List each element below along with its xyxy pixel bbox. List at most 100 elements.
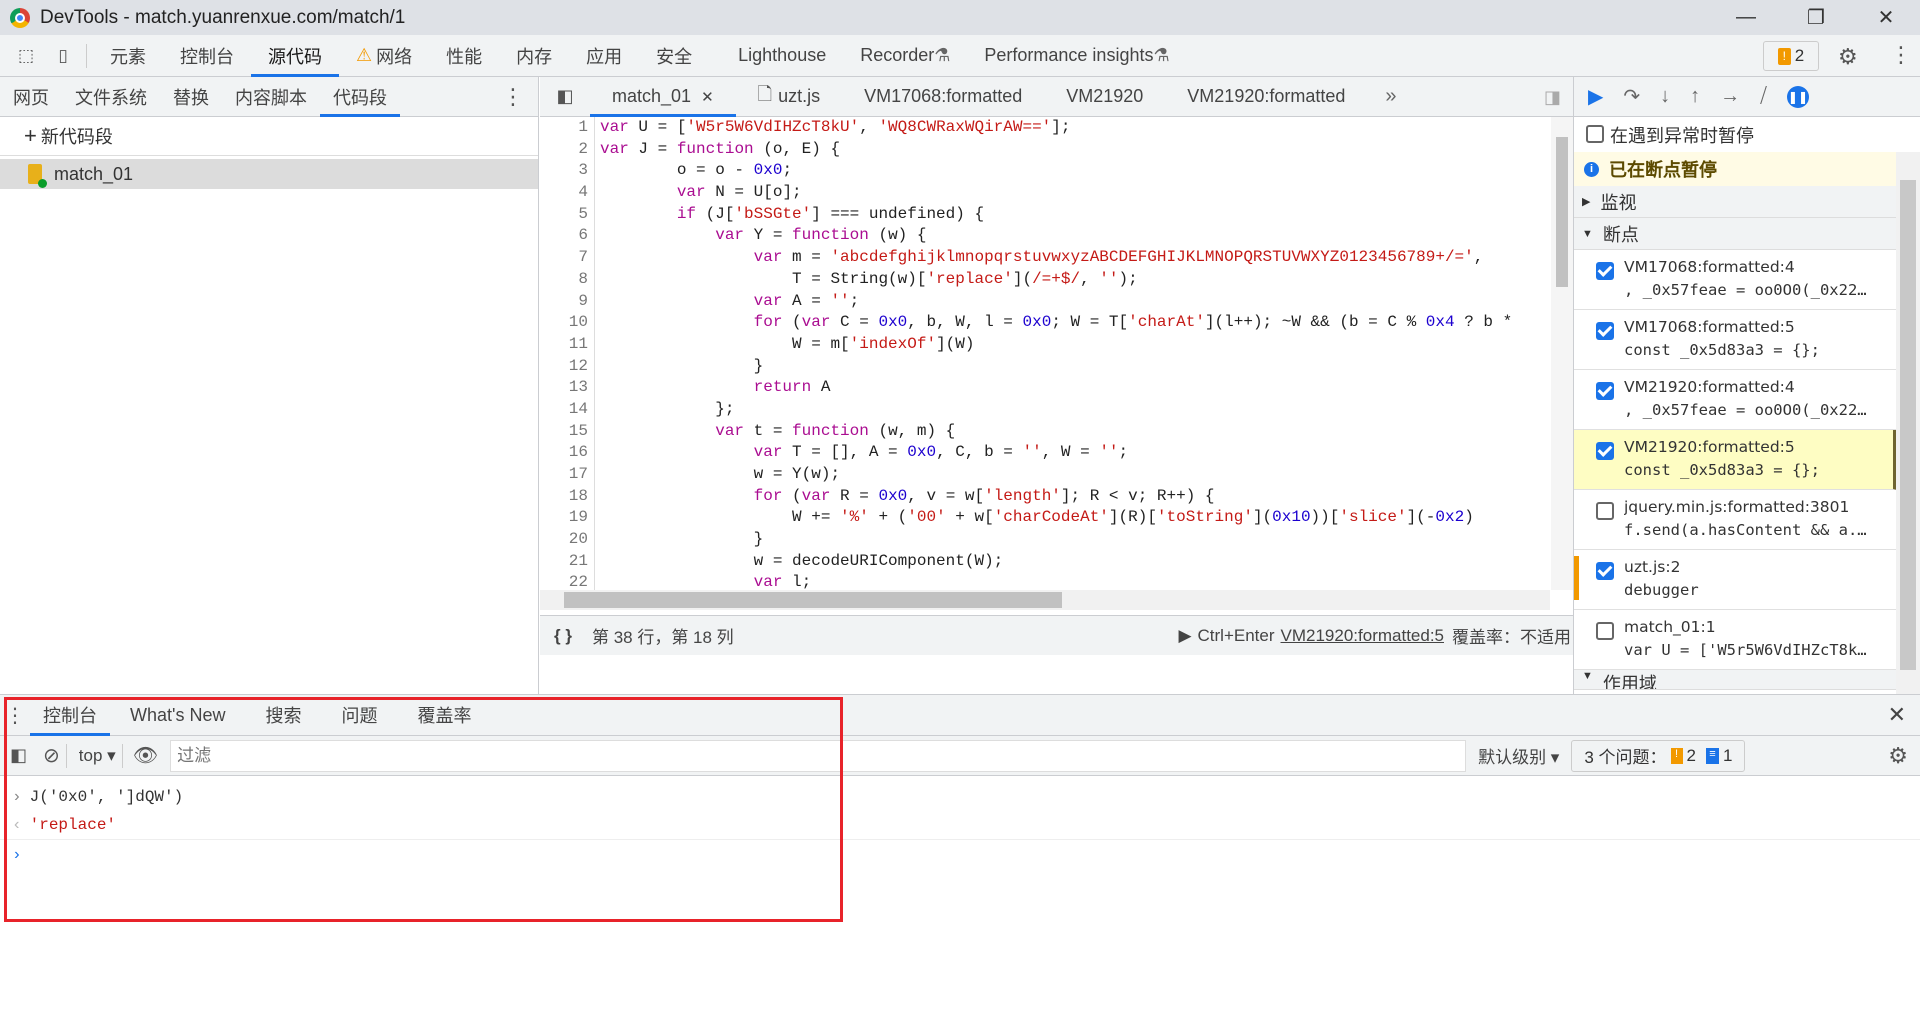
tab-7[interactable]: 安全 — [639, 35, 709, 77]
breakpoint-checkbox[interactable] — [1596, 502, 1614, 520]
more-tabs-icon[interactable]: » — [1367, 85, 1414, 108]
line-number[interactable]: 11 — [540, 333, 595, 356]
breakpoint-item[interactable]: VM21920:formatted:4 , _0x57feae = oo0O0(_… — [1574, 370, 1897, 430]
step-icon[interactable]: → — [1720, 85, 1740, 108]
tab-2[interactable]: 源代码 — [251, 35, 339, 77]
inspect-element-icon[interactable]: ⬚ — [6, 46, 46, 66]
navigator-tab-3[interactable]: 内容脚本 — [222, 77, 320, 117]
toggle-debugger-icon[interactable]: ◨ — [1544, 87, 1561, 108]
deactivate-breakpoints-icon[interactable]: ⧸ — [1760, 85, 1767, 108]
context-selector[interactable]: top ▾ — [79, 746, 116, 766]
drawer-tab-4[interactable]: 覆盖率 — [397, 695, 491, 736]
minimize-button[interactable]: — — [1718, 0, 1774, 35]
more-menu-icon[interactable]: ⋮ — [1890, 42, 1912, 68]
tab-1[interactable]: 控制台 — [163, 35, 251, 77]
editor-tab-3[interactable]: VM21920 — [1044, 77, 1165, 117]
drawer-menu-icon[interactable]: ⋮ — [0, 703, 30, 728]
drawer-tab-1[interactable]: What's New — [110, 695, 245, 736]
line-number[interactable]: 18 — [540, 485, 595, 508]
line-number[interactable]: 3 — [540, 160, 595, 183]
filter-input[interactable] — [170, 739, 1467, 772]
line-number[interactable]: 12 — [540, 355, 595, 378]
pause-on-exceptions-checkbox[interactable]: 在遇到异常时暂停 — [1574, 117, 1920, 152]
line-number[interactable]: 21 — [540, 550, 595, 573]
line-number[interactable]: 14 — [540, 398, 595, 421]
snippet-item-match_01[interactable]: match_01 — [0, 159, 538, 189]
device-toolbar-icon[interactable]: ▯ — [46, 46, 80, 66]
tab-5[interactable]: 内存 — [499, 35, 569, 77]
code-editor[interactable]: 1 var U = ['W5r5W6VdIHZcT8kU', 'WQ8CWRaxW… — [540, 117, 1550, 590]
breakpoint-checkbox[interactable] — [1596, 382, 1614, 400]
settings-gear-icon[interactable]: ⚙ — [1838, 44, 1858, 70]
breakpoint-item[interactable]: jquery.min.js:formatted:3801 f.send(a.has… — [1574, 490, 1897, 550]
breakpoint-checkbox[interactable] — [1596, 262, 1614, 280]
close-window-button[interactable]: ✕ — [1858, 0, 1914, 35]
drawer-tab-3[interactable]: 问题 — [321, 695, 397, 736]
drawer-tab-2[interactable]: 搜索 — [245, 695, 321, 736]
breakpoint-checkbox[interactable] — [1596, 622, 1614, 640]
line-number[interactable]: 9 — [540, 290, 595, 313]
pause-on-exceptions-icon[interactable]: ❚❚ — [1786, 85, 1809, 108]
tab-8[interactable]: Lighthouse — [721, 35, 843, 77]
close-drawer-icon[interactable]: ✕ — [1888, 702, 1906, 728]
tab-0[interactable]: 元素 — [93, 35, 163, 77]
drawer-tab-0[interactable]: 控制台 — [30, 695, 110, 736]
tab-6[interactable]: 应用 — [569, 35, 639, 77]
line-number[interactable]: 8 — [540, 268, 595, 291]
line-number[interactable]: 4 — [540, 182, 595, 204]
step-over-icon[interactable]: ↷ — [1623, 84, 1640, 109]
resume-icon[interactable]: ▶ — [1588, 84, 1603, 109]
editor-tab-4[interactable]: VM21920:formatted — [1165, 77, 1367, 117]
tab-3[interactable]: ⚠ 网络 — [339, 35, 429, 77]
breakpoint-item[interactable]: VM17068:formatted:4 , _0x57feae = oo0O0(_… — [1574, 250, 1897, 310]
navigator-tab-1[interactable]: 文件系统 — [62, 77, 160, 117]
line-number[interactable]: 10 — [540, 312, 595, 334]
issues-badge-button[interactable]: ! 2 — [1763, 41, 1819, 71]
tab-9[interactable]: Recorder ⚗ — [843, 35, 967, 77]
tab-4[interactable]: 性能 — [429, 35, 499, 77]
toggle-navigator-icon[interactable]: ◧ — [540, 86, 590, 107]
vertical-scrollbar[interactable] — [1551, 117, 1573, 590]
console-settings-gear-icon[interactable]: ⚙ — [1888, 743, 1908, 769]
navigator-tab-0[interactable]: 网页 — [0, 77, 62, 117]
run-icon[interactable]: ▶ — [1178, 626, 1191, 646]
breakpoint-checkbox[interactable] — [1596, 562, 1614, 580]
line-number[interactable]: 22 — [540, 572, 595, 590]
line-number[interactable]: 17 — [540, 464, 595, 486]
breakpoint-item[interactable]: VM17068:formatted:5 const _0x5d83a3 = {}; — [1574, 310, 1897, 370]
navigator-tab-2[interactable]: 替换 — [160, 77, 222, 117]
source-link[interactable]: VM21920:formatted:5 — [1281, 626, 1444, 646]
step-out-icon[interactable]: ↑ — [1690, 85, 1700, 108]
editor-tab-0[interactable]: match_01 ✕ — [590, 77, 736, 117]
breakpoint-item[interactable]: match_01:1 var U = ['W5r5W6VdIHZcT8k… — [1574, 610, 1897, 670]
line-number[interactable]: 16 — [540, 442, 595, 464]
log-level-dropdown[interactable]: 默认级别 ▾ — [1478, 743, 1559, 768]
pretty-print-icon[interactable]: { } — [554, 626, 572, 646]
checkbox[interactable] — [1586, 125, 1604, 143]
sidebar-scrollbar[interactable] — [1896, 152, 1920, 694]
console-prompt[interactable]: › — [0, 840, 1920, 869]
scope-section-header[interactable]: ▼ 作用域 — [1574, 670, 1897, 690]
line-number[interactable]: 19 — [540, 507, 595, 530]
restore-button[interactable]: ❐ — [1788, 0, 1844, 35]
breakpoint-checkbox[interactable] — [1596, 442, 1614, 460]
clear-console-icon[interactable]: ⊘ — [43, 743, 60, 768]
more-options-icon[interactable]: ⋮ — [502, 84, 524, 110]
breakpoints-section-header[interactable]: ▼ 断点 — [1574, 218, 1897, 250]
line-number[interactable]: 13 — [540, 377, 595, 399]
breakpoint-item[interactable]: uzt.js:2 debugger — [1574, 550, 1897, 610]
step-into-icon[interactable]: ↓ — [1660, 85, 1670, 108]
tab-10[interactable]: Performance insights ⚗ — [967, 35, 1186, 77]
line-number[interactable]: 15 — [540, 420, 595, 443]
line-number[interactable]: 6 — [540, 225, 595, 248]
issues-button[interactable]: 3 个问题： ! 2 ≡ 1 — [1571, 739, 1746, 772]
line-number[interactable]: 7 — [540, 247, 595, 269]
line-number[interactable]: 1 — [540, 117, 595, 139]
new-snippet-button[interactable]: + 新代码段 — [0, 117, 538, 156]
line-number[interactable]: 20 — [540, 529, 595, 551]
show-sidebar-icon[interactable]: ◧ — [10, 745, 27, 766]
breakpoint-checkbox[interactable] — [1596, 322, 1614, 340]
line-number[interactable]: 5 — [540, 203, 595, 226]
close-tab-icon[interactable]: ✕ — [701, 88, 714, 106]
editor-tab-2[interactable]: VM17068:formatted — [842, 77, 1044, 117]
